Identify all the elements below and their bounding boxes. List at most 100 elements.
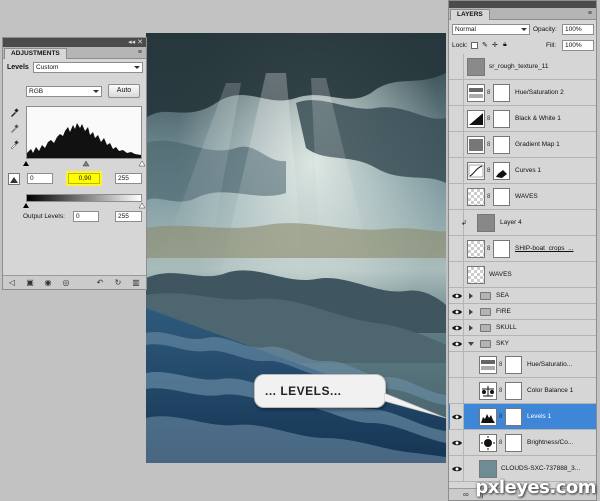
link-chain-icon[interactable]: 8 <box>499 440 502 446</box>
chevron-down-icon[interactable] <box>468 342 474 346</box>
layer-row[interactable]: 8 Brightness/Co... <box>449 430 596 456</box>
layer-group-row[interactable]: SKULL <box>449 320 596 336</box>
reset-icon[interactable]: ↻ <box>113 279 123 287</box>
expanded-view-icon[interactable]: ▣ <box>25 279 35 287</box>
tab-adjustments[interactable]: ADJUSTMENTS <box>4 48 67 59</box>
layer-group-row[interactable]: SEA <box>449 288 596 304</box>
previous-state-icon[interactable]: ↶ <box>95 279 105 287</box>
layer-row[interactable]: 8 Black & White 1 <box>449 106 596 132</box>
layer-row[interactable]: 8 Color Balance 1 <box>449 378 596 404</box>
gradient-map-icon <box>467 136 485 154</box>
lock-position-icon[interactable]: ✛ <box>492 41 498 49</box>
channel-select[interactable]: RGB <box>26 86 102 97</box>
layer-mask-thumbnail[interactable] <box>493 110 510 128</box>
layer-row[interactable]: 8 Levels 1 <box>449 404 596 430</box>
histogram-graph <box>27 123 141 158</box>
input-black-field[interactable]: 0 <box>27 173 53 184</box>
layer-mask-thumbnail[interactable] <box>493 240 510 258</box>
visibility-toggle[interactable] <box>450 320 464 335</box>
link-chain-icon[interactable]: 8 <box>487 246 490 252</box>
visibility-toggle[interactable] <box>450 456 464 481</box>
layer-group-row[interactable]: FIRE <box>449 304 596 320</box>
layers-titlebar[interactable] <box>449 1 596 8</box>
layer-mask-thumbnail[interactable] <box>493 162 510 180</box>
visibility-toggle[interactable] <box>450 336 464 351</box>
output-white-field[interactable]: 255 <box>115 211 142 222</box>
output-levels-label: Output Levels: <box>23 213 65 220</box>
panel-menu-icon[interactable]: ≡ <box>588 10 592 17</box>
layer-mask-thumbnail[interactable] <box>493 188 510 206</box>
visibility-toggle[interactable] <box>450 404 464 429</box>
callout-pointer <box>384 393 446 419</box>
layer-mask-thumbnail[interactable] <box>493 84 510 102</box>
input-gamma-field[interactable]: 0,90 <box>68 173 100 184</box>
layer-name: Levels 1 <box>527 413 552 420</box>
visibility-toggle[interactable] <box>450 158 464 183</box>
layer-row[interactable]: ↲ Layer 4 <box>449 210 596 236</box>
visibility-toggle[interactable] <box>450 378 464 403</box>
visibility-toggle[interactable] <box>450 132 464 157</box>
chevron-right-icon[interactable] <box>469 325 473 331</box>
layer-mask-thumbnail[interactable] <box>505 434 522 452</box>
layer-mask-thumbnail[interactable] <box>493 136 510 154</box>
link-chain-icon[interactable]: 8 <box>499 414 502 420</box>
lock-transparent-icon[interactable] <box>471 42 478 49</box>
fill-field[interactable]: 100% <box>562 40 594 51</box>
lock-all-icon[interactable]: 🔒︎ <box>503 41 507 49</box>
panel-menu-icon[interactable]: ≡ <box>138 49 142 56</box>
auto-button[interactable]: Auto <box>108 84 140 98</box>
visibility-toggle[interactable] <box>450 304 464 319</box>
black-eyedropper-icon[interactable] <box>9 108 19 118</box>
chevron-right-icon[interactable] <box>469 293 473 299</box>
input-level-sliders[interactable] <box>22 160 146 168</box>
layer-row[interactable]: 8 Hue/Saturation 2 <box>449 80 596 106</box>
layer-row[interactable]: 8 Gradient Map 1 <box>449 132 596 158</box>
visibility-toggle[interactable] <box>450 80 464 105</box>
gray-eyedropper-icon[interactable] <box>9 124 19 134</box>
link-chain-icon[interactable]: 8 <box>487 194 490 200</box>
layer-row[interactable]: 8 WAVES <box>449 184 596 210</box>
blend-mode-select[interactable]: Normal <box>452 24 530 35</box>
clip-to-layer-icon[interactable] <box>8 173 20 185</box>
layer-row[interactable]: sr_rough_texture_11 <box>449 54 596 80</box>
link-chain-icon[interactable]: 8 <box>487 168 490 174</box>
layer-mask-thumbnail[interactable] <box>505 382 522 400</box>
visibility-toggle[interactable] <box>450 236 464 261</box>
visibility-toggle[interactable] <box>450 106 464 131</box>
visibility-toggle[interactable] <box>450 288 464 303</box>
layer-row[interactable]: 8 Hue/Saturatio... <box>449 352 596 378</box>
layer-mask-thumbnail[interactable] <box>505 356 522 374</box>
visibility-toggle[interactable] <box>450 430 464 455</box>
delete-trash-icon[interactable]: ▥ <box>131 279 141 287</box>
layer-row[interactable]: 8 SHIP-boat_crops_... <box>449 236 596 262</box>
visibility-toggle[interactable] <box>450 262 464 287</box>
input-white-field[interactable]: 255 <box>115 173 142 184</box>
link-chain-icon[interactable]: 8 <box>487 116 490 122</box>
collapse-close-icon[interactable]: ◂◂ ✕ <box>128 38 143 47</box>
link-chain-icon[interactable]: 8 <box>499 388 502 394</box>
visibility-toggle[interactable] <box>450 184 464 209</box>
link-chain-icon[interactable]: 8 <box>487 142 490 148</box>
layer-row[interactable]: 8 Curves 1 <box>449 158 596 184</box>
output-level-sliders[interactable] <box>22 202 146 210</box>
visibility-toggle[interactable] <box>450 352 464 377</box>
opacity-field[interactable]: 100% <box>562 24 594 35</box>
layer-mask-thumbnail[interactable] <box>505 408 522 426</box>
link-chain-icon[interactable]: 8 <box>487 90 490 96</box>
visibility-toggle[interactable] <box>450 54 464 79</box>
return-to-list-icon[interactable]: ◁ <box>7 279 17 287</box>
preset-select[interactable]: Custom <box>33 62 143 73</box>
lock-pixels-icon[interactable]: ✎ <box>482 41 488 49</box>
white-eyedropper-icon[interactable] <box>9 140 19 150</box>
layer-row[interactable]: WAVES <box>449 262 596 288</box>
output-black-field[interactable]: 0 <box>73 211 99 222</box>
chevron-right-icon[interactable] <box>469 309 473 315</box>
adjustments-titlebar[interactable]: ◂◂ ✕ <box>3 38 146 47</box>
visibility-eye-icon[interactable]: ◎ <box>61 279 71 287</box>
tab-layers[interactable]: LAYERS <box>450 9 490 20</box>
link-layers-icon[interactable]: ∞ <box>463 490 469 499</box>
link-chain-icon[interactable]: 8 <box>499 362 502 368</box>
clip-layer-icon[interactable]: ◉ <box>43 279 53 287</box>
layer-name: Curves 1 <box>515 167 542 174</box>
layer-group-row[interactable]: SKY <box>449 336 596 352</box>
